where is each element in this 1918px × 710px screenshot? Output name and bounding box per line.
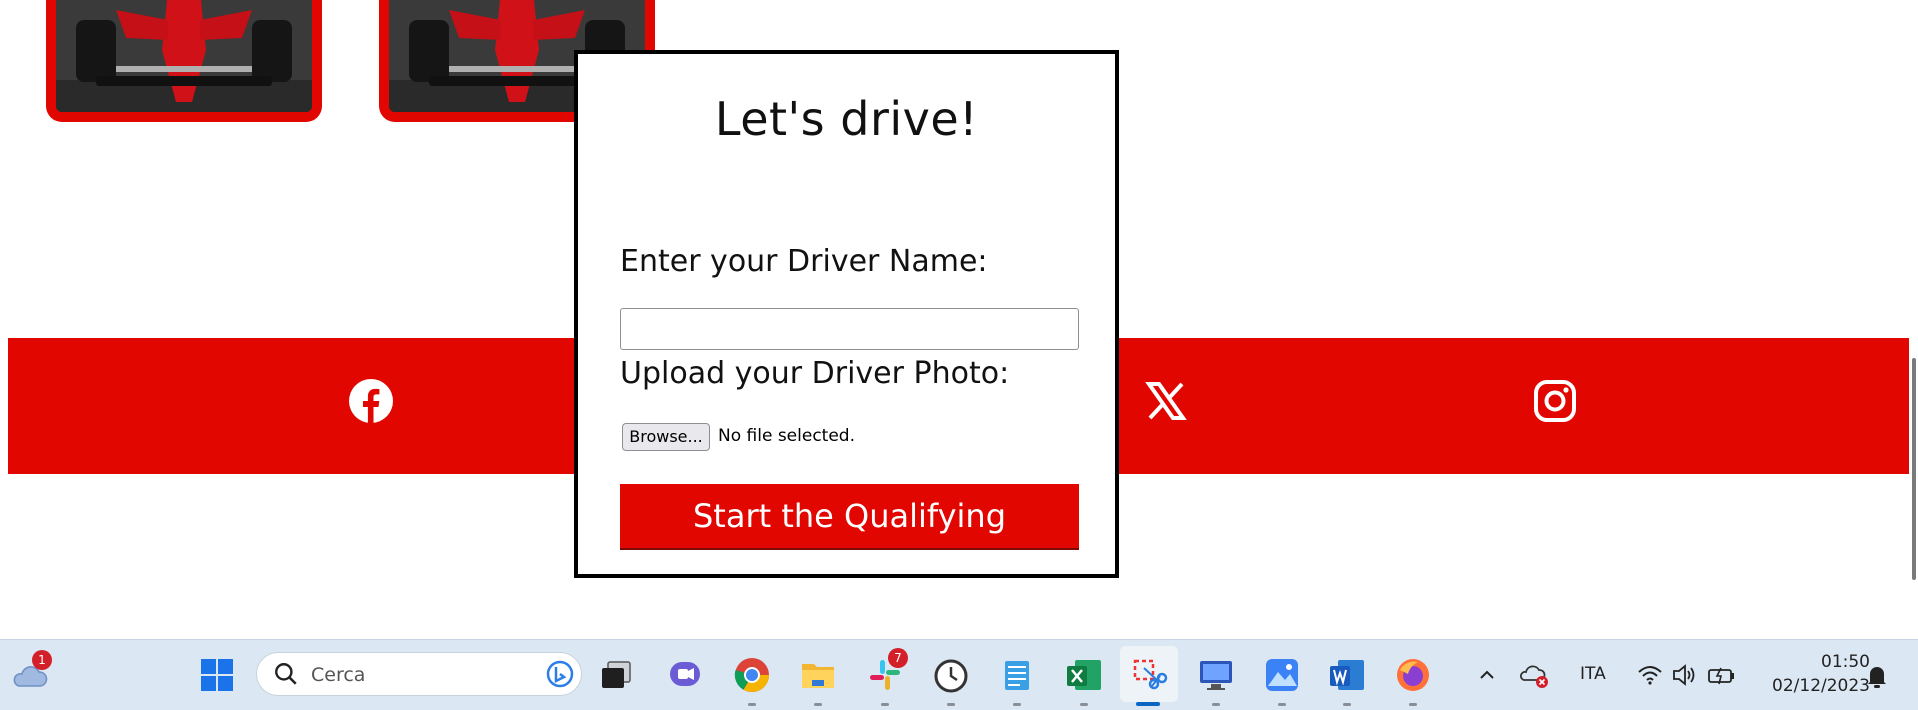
search-icon <box>275 663 297 685</box>
chrome-app[interactable] <box>733 656 771 706</box>
notepad-icon <box>1005 661 1029 690</box>
alarm-clock-icon <box>934 659 968 693</box>
task-view-button[interactable] <box>598 656 636 694</box>
chevron-up-icon <box>1480 670 1494 679</box>
running-indicator <box>947 703 955 706</box>
slack-badge: 7 <box>888 648 908 668</box>
chrome-icon <box>734 658 769 692</box>
remote-desktop-app[interactable] <box>1197 656 1235 706</box>
weather-widget[interactable]: 1 <box>10 650 52 694</box>
battery-icon <box>1708 667 1734 685</box>
firefox-icon <box>1397 659 1429 691</box>
battery-status[interactable] <box>1706 656 1736 694</box>
running-indicator <box>1013 703 1021 706</box>
volume-status[interactable] <box>1670 656 1698 694</box>
page-scrollbar[interactable] <box>1912 358 1916 580</box>
start-button[interactable] <box>198 656 236 694</box>
running-indicator <box>814 703 822 706</box>
wifi-status[interactable] <box>1636 656 1664 694</box>
photos-app[interactable] <box>1263 656 1301 706</box>
monitor-icon <box>1200 661 1232 690</box>
notepad-app[interactable] <box>998 656 1036 706</box>
modal-title: Let's drive! <box>714 92 979 146</box>
f1-car-image <box>56 0 312 112</box>
teams-chat-app[interactable] <box>666 656 704 694</box>
wifi-icon <box>1638 666 1662 685</box>
cloud-error-icon <box>1520 665 1548 688</box>
clock-date[interactable]: 02/12/2023 <box>1758 676 1870 696</box>
running-indicator <box>881 703 889 706</box>
windows-icon <box>201 659 233 691</box>
running-indicator <box>1212 703 1220 706</box>
x-icon[interactable] <box>1143 378 1189 424</box>
taskbar-search[interactable]: Cerca <box>256 652 582 696</box>
bell-snooze-icon <box>1868 667 1886 688</box>
notifications-button[interactable] <box>1862 656 1892 694</box>
chat-icon <box>670 662 700 686</box>
speaker-icon <box>1673 664 1695 686</box>
show-hidden-icons-button[interactable] <box>1472 656 1502 694</box>
file-status-text: No file selected. <box>718 426 855 446</box>
taskbar: 1 Cerca 7 ITA 01:50 02/12/2023 <box>0 639 1918 710</box>
car-photo-card <box>46 0 322 122</box>
input-language[interactable]: ITA <box>1580 664 1606 684</box>
word-icon <box>1330 660 1364 690</box>
driver-registration-modal: Let's drive! Enter your Driver Name: Upl… <box>574 50 1119 578</box>
folder-icon <box>802 664 834 688</box>
instagram-icon[interactable] <box>1532 378 1578 424</box>
slack-app[interactable]: 7 <box>866 648 908 706</box>
weather-badge: 1 <box>32 650 52 670</box>
bing-icon <box>546 660 574 688</box>
photos-icon <box>1266 659 1298 691</box>
excel-app[interactable] <box>1065 656 1103 706</box>
clock-time[interactable]: 01:50 <box>1798 652 1870 672</box>
running-indicator <box>1080 703 1088 706</box>
snipping-tool-icon <box>1133 659 1168 690</box>
running-indicator <box>1409 703 1417 706</box>
onedrive-status[interactable] <box>1518 656 1552 694</box>
driver-photo-label: Upload your Driver Photo: <box>620 356 1010 391</box>
word-app[interactable] <box>1328 656 1366 706</box>
start-qualifying-button[interactable]: Start the Qualifying <box>620 484 1079 550</box>
driver-name-label: Enter your Driver Name: <box>620 244 988 279</box>
excel-icon <box>1067 660 1101 690</box>
running-indicator <box>1343 703 1351 706</box>
driver-name-input[interactable] <box>620 308 1079 350</box>
browse-button[interactable]: Browse... <box>622 423 710 451</box>
firefox-app[interactable] <box>1394 656 1432 706</box>
snipping-tool-app[interactable] <box>1130 656 1168 694</box>
search-placeholder: Cerca <box>311 664 366 686</box>
clock-app[interactable] <box>932 656 970 706</box>
running-indicator <box>1278 703 1286 706</box>
task-view-icon <box>602 661 631 688</box>
file-explorer-app[interactable] <box>799 656 837 706</box>
facebook-icon[interactable] <box>348 378 394 424</box>
active-indicator <box>1136 702 1160 706</box>
running-indicator <box>748 703 756 706</box>
